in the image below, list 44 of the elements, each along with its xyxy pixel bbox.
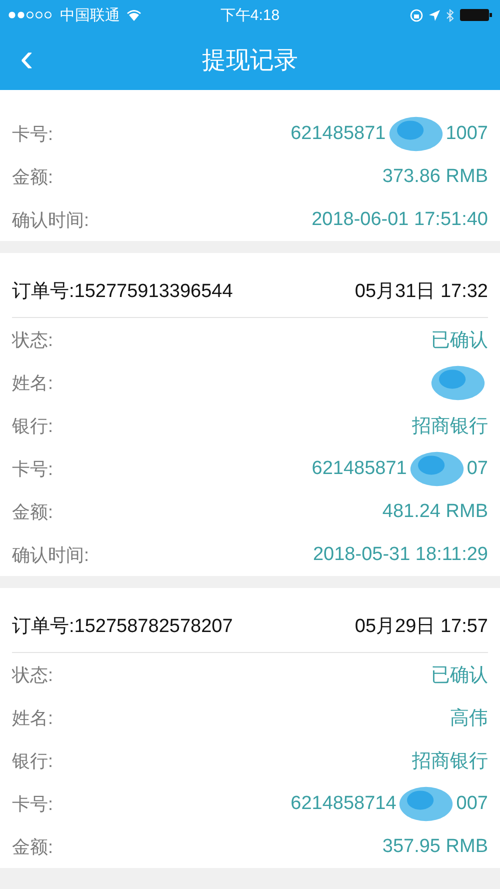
- battery-icon: [460, 9, 492, 21]
- order-date: 05月29日 17:57: [354, 615, 488, 639]
- field-value: 007: [456, 792, 488, 814]
- field-label: 金额:: [12, 166, 54, 188]
- field-value: 高伟: [450, 706, 488, 730]
- field-label: 卡号:: [12, 122, 54, 146]
- field-value: 2018-06-01 17:51:40: [312, 208, 488, 230]
- field-value: 已确认: [431, 328, 488, 352]
- bluetooth-icon: [446, 8, 454, 22]
- field-value: 621485871: [312, 458, 407, 480]
- field-label: 姓名:: [12, 372, 54, 394]
- field-value: 2018-05-31 18:11:29: [312, 544, 488, 566]
- field-label: 状态:: [12, 328, 54, 352]
- field-label: 姓名:: [12, 706, 54, 730]
- carrier-name: 中国联通: [60, 6, 120, 24]
- location-icon: [428, 10, 440, 20]
- signal-icon: [8, 11, 54, 19]
- field-value: 357.95 RMB: [382, 836, 488, 858]
- field-label: 银行:: [12, 414, 54, 438]
- field-label: 金额:: [12, 836, 54, 858]
- field-label: 银行:: [12, 750, 54, 772]
- field-value: 1007: [446, 122, 488, 144]
- field-value: 481.24 RMB: [382, 500, 488, 522]
- field-label: 卡号:: [12, 792, 54, 816]
- field-label: 金额:: [12, 500, 54, 524]
- order-date: 05月31日 17:32: [354, 280, 488, 304]
- field-value: 招商银行: [412, 750, 488, 774]
- field-value: 招商银行: [412, 414, 488, 438]
- wifi-icon: [126, 9, 142, 21]
- clock: 下午4:18: [220, 6, 280, 24]
- field-label: 确认时间:: [12, 208, 90, 232]
- field-value: 6214858714: [290, 792, 396, 814]
- order-number: 订单号:152758782578207: [12, 615, 233, 639]
- back-button[interactable]: ‹: [14, 38, 40, 78]
- field-label: 卡号:: [12, 458, 54, 480]
- field-value: 373.86 RMB: [382, 166, 488, 188]
- field-label: 确认时间:: [12, 544, 90, 566]
- lock-rotation-icon: [410, 8, 423, 22]
- field-value: 已确认: [431, 664, 488, 688]
- field-value: 07: [466, 458, 488, 480]
- page-title: 提现记录: [202, 46, 298, 76]
- field-value: 621485871: [290, 122, 386, 144]
- field-label: 状态:: [12, 664, 54, 686]
- order-number: 订单号:152775913396544: [12, 280, 233, 304]
